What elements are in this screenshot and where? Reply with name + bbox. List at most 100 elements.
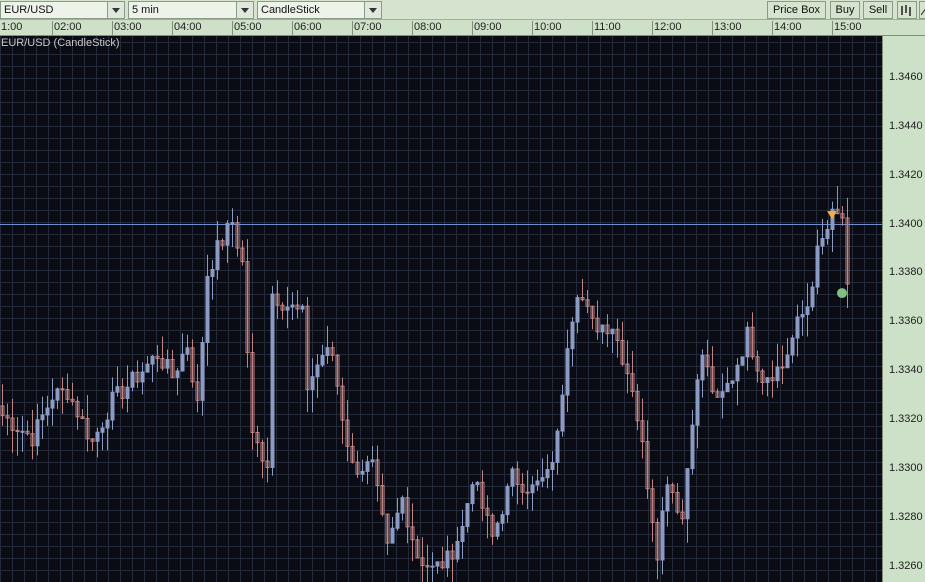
time-label: 07:00 bbox=[352, 21, 412, 36]
candle-body bbox=[60, 388, 65, 391]
candle-body bbox=[525, 491, 530, 494]
candle-body bbox=[200, 342, 205, 401]
candle-body bbox=[270, 293, 275, 468]
toolbar: EUR/USD 5 min CandleStick Price Box Buy … bbox=[0, 0, 925, 20]
candle-body bbox=[540, 477, 545, 482]
candle-body bbox=[285, 306, 290, 311]
candle-body bbox=[100, 427, 105, 433]
time-label: 02:00 bbox=[52, 21, 112, 36]
candle-body bbox=[435, 561, 440, 567]
candle-body bbox=[550, 461, 555, 470]
candle-body bbox=[530, 484, 535, 494]
time-label: 09:00 bbox=[472, 21, 532, 36]
time-label: 14:00 bbox=[772, 21, 832, 36]
candle-body bbox=[575, 297, 580, 323]
chevron-down-icon[interactable] bbox=[236, 2, 253, 18]
time-label: 12:00 bbox=[652, 21, 712, 36]
price-label: 1.3460 bbox=[889, 70, 923, 83]
chevron-down-icon[interactable] bbox=[107, 2, 124, 18]
candle-body bbox=[725, 382, 730, 393]
candle-body bbox=[805, 306, 810, 316]
candle-body bbox=[360, 470, 365, 475]
candle-body bbox=[810, 286, 815, 308]
buy-button[interactable]: Buy bbox=[830, 1, 860, 19]
candle-body bbox=[210, 268, 215, 277]
candle-body bbox=[660, 510, 665, 561]
candle-body bbox=[780, 366, 785, 369]
price-label: 1.3380 bbox=[889, 266, 923, 279]
time-axis: 1:00 02:00 03:00 04:00 05:00 06:00 07:00 08:00 0… bbox=[0, 20, 925, 36]
candle-body bbox=[720, 391, 725, 398]
chart-style-button[interactable] bbox=[897, 1, 917, 19]
candle-body bbox=[115, 386, 120, 393]
candle-body bbox=[395, 512, 400, 529]
candle-body bbox=[225, 223, 230, 246]
price-axis: 1.3460 1.3440 1.3420 1.3400 1.3380 1.3360 1.33… bbox=[882, 36, 925, 582]
symbol-dropdown[interactable]: EUR/USD bbox=[0, 1, 125, 19]
sell-button[interactable]: Sell bbox=[863, 1, 893, 19]
candle-body bbox=[790, 337, 795, 356]
candle-body bbox=[800, 314, 805, 318]
time-label: 06:00 bbox=[292, 21, 352, 36]
candle-body bbox=[145, 363, 150, 373]
chart-type-dropdown[interactable]: CandleStick bbox=[257, 1, 382, 19]
chart-caption: EUR/USD (CandleStick) bbox=[1, 37, 120, 49]
candle-body bbox=[610, 328, 615, 335]
price-label: 1.3360 bbox=[889, 315, 923, 328]
candle-body bbox=[740, 356, 745, 366]
interval-dropdown[interactable]: 5 min bbox=[128, 1, 254, 19]
candle-body bbox=[125, 386, 130, 399]
candle-body bbox=[150, 355, 155, 365]
time-label: 11:00 bbox=[592, 21, 652, 36]
candle-body bbox=[690, 424, 695, 470]
draw-line-button[interactable] bbox=[919, 1, 925, 19]
candle-body bbox=[180, 353, 185, 372]
candle-body bbox=[565, 348, 570, 396]
candle-body bbox=[390, 527, 395, 544]
candle-body bbox=[460, 525, 465, 542]
price-box-button[interactable]: Price Box bbox=[767, 1, 826, 19]
interval-value: 5 min bbox=[132, 4, 159, 16]
candle-body bbox=[505, 485, 510, 516]
candle-body bbox=[320, 354, 325, 366]
time-label: 08:00 bbox=[412, 21, 472, 36]
candle-body bbox=[535, 480, 540, 486]
price-label: 1.3440 bbox=[889, 119, 923, 132]
time-label: 1:00 bbox=[0, 21, 59, 36]
candle-body bbox=[185, 347, 190, 355]
candle-body bbox=[745, 326, 750, 358]
candle-body bbox=[685, 468, 690, 520]
candle-body bbox=[300, 305, 305, 310]
candle-body bbox=[370, 459, 375, 463]
candle-body bbox=[165, 358, 170, 369]
candle-body bbox=[735, 364, 740, 382]
candle-body bbox=[730, 380, 735, 384]
candle-body bbox=[765, 377, 770, 383]
candle-body bbox=[105, 419, 110, 429]
candle-body bbox=[290, 304, 295, 308]
candle-body bbox=[795, 316, 800, 339]
candle-body bbox=[140, 371, 145, 383]
time-label: 15:00 bbox=[832, 21, 892, 36]
time-label: 10:00 bbox=[532, 21, 592, 36]
candle-body bbox=[600, 324, 605, 333]
chevron-down-icon[interactable] bbox=[364, 2, 381, 18]
candle-body bbox=[445, 550, 450, 569]
candle-body bbox=[175, 370, 180, 378]
time-label: 13:00 bbox=[712, 21, 772, 36]
candle-body bbox=[315, 364, 320, 378]
candle-body bbox=[45, 407, 50, 416]
candle-body bbox=[35, 419, 40, 447]
candle-body bbox=[775, 366, 780, 382]
time-label: 04:00 bbox=[172, 21, 232, 36]
candle-body bbox=[785, 354, 790, 369]
price-label: 1.3320 bbox=[889, 413, 923, 426]
candle-body bbox=[570, 321, 575, 350]
candle-body bbox=[130, 371, 135, 388]
position-marker-icon bbox=[837, 288, 847, 299]
time-label: 03:00 bbox=[112, 21, 172, 36]
candlestick-chart[interactable] bbox=[0, 36, 882, 582]
candle-body bbox=[365, 461, 370, 472]
price-label: 1.3260 bbox=[889, 560, 923, 573]
price-label: 1.3400 bbox=[889, 217, 923, 230]
